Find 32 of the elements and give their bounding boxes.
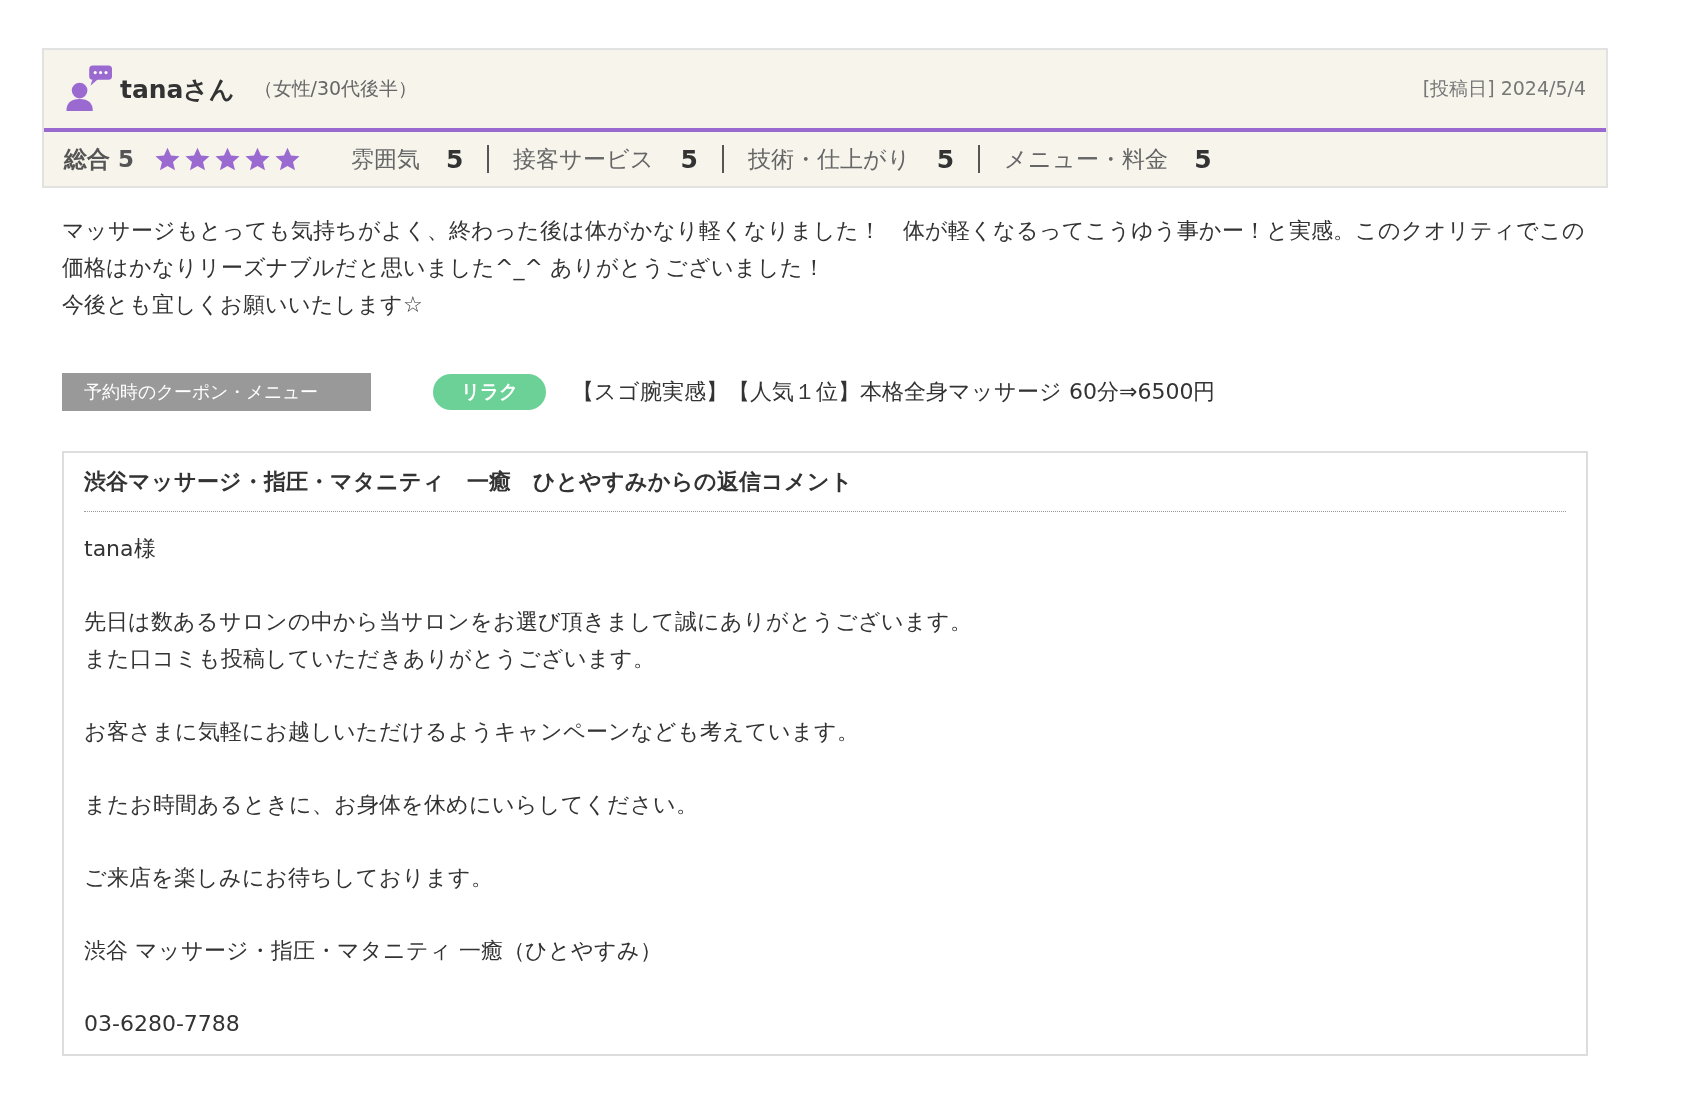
review-text: 今後とも宜しくお願いいたします☆ xyxy=(62,291,424,319)
reply-text: 渋谷 マッサージ・指圧・マタニティ 一癒（ひとやすみ） xyxy=(84,937,662,965)
coupon-menu-text: 【スゴ腕実感】【人気１位】本格全身マッサージ 60分⇒6500円 xyxy=(572,378,1216,406)
reply-text: 先日は数あるサロンの中から当サロンをお選び頂きまして誠にありがとうございます。 xyxy=(84,608,972,636)
star-icon xyxy=(274,145,301,173)
user-speech-bubble-icon xyxy=(64,63,112,111)
reply-text: お客さまに気軽にお越しいただけるようキャンペーンなども考えています。 xyxy=(84,718,859,746)
rating-label: 接客サービス xyxy=(513,144,655,174)
reply-text: 03-6280-7788 xyxy=(84,1010,240,1038)
reviewer-demographic: （女性/30代後半） xyxy=(253,76,418,101)
reply-text: tana様 xyxy=(84,535,156,563)
star-icon xyxy=(214,145,241,173)
rating-value: 5 xyxy=(680,144,698,174)
reply-title: 渋谷マッサージ・指圧・マタニティ 一癒 ひとやすみからの返信コメント xyxy=(84,463,1566,512)
review-text: マッサージもとっても気持ちがよく、終わった後は体がかなり軽くなりました！ 体が軽くなるってこうゆう事かー！と実感。このクオリティでこの価格はかなりリーズナブルだと思いました^_^ ありがとうございました！ xyxy=(62,217,1586,283)
star-icon xyxy=(184,145,211,173)
reviewer-name: tanaさん xyxy=(120,73,236,106)
rating-label: 技術・仕上がり xyxy=(747,144,911,174)
coupon-label: 予約時のクーポン・メニュー xyxy=(62,373,371,411)
reply-text: またお時間あるときに、お身体を休めにいらしてください。 xyxy=(84,791,698,819)
rating-value: 5 xyxy=(446,144,464,174)
reply-text: ご来店を楽しみにお待ちしております。 xyxy=(84,864,493,892)
rating-value: 5 xyxy=(936,144,955,174)
star-icon xyxy=(244,145,271,173)
reply-text: また口コミも投稿していただきありがとうございます。 xyxy=(84,645,655,673)
category-tag: リラク xyxy=(433,374,546,410)
overall-rating: 総合 5 xyxy=(64,144,134,174)
star-icon xyxy=(154,145,181,173)
post-date: [投稿日] 2024/5/4 xyxy=(1422,76,1586,101)
rating-label: 雰囲気 xyxy=(351,144,420,174)
rating-value: 5 xyxy=(1194,144,1212,174)
rating-label: メニュー・料金 xyxy=(1004,144,1169,174)
